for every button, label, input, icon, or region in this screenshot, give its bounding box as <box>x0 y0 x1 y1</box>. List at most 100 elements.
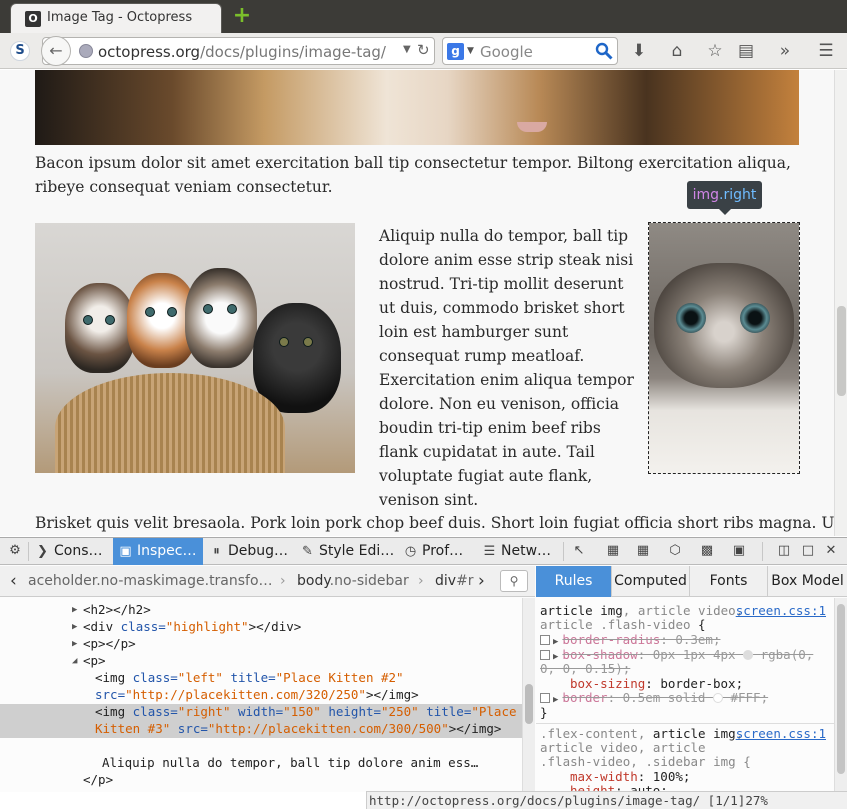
markup-scrollbar-thumb[interactable] <box>525 684 533 724</box>
breadcrumb-separator-icon: › <box>280 573 286 589</box>
status-bar: http://octopress.org/docs/plugins/image-… <box>366 791 847 809</box>
markup-scrollbar[interactable] <box>522 598 535 792</box>
breadcrumb-separator-icon: › <box>418 573 424 589</box>
breadcrumb-left-chevron-icon[interactable]: ‹ <box>10 571 17 591</box>
rule-selector-cont: article .flash-video { <box>540 617 706 632</box>
tab-network[interactable]: ☰ Netw… <box>477 538 561 565</box>
status-percent: 27% <box>745 793 768 808</box>
url-dropdown-icon[interactable]: ▼ <box>403 44 411 55</box>
property-toggle-checkbox[interactable] <box>540 650 550 660</box>
page-viewport: Bacon ipsum dolor sit amet exercitation … <box>0 70 834 536</box>
tab-inspector[interactable]: ▣ Inspec… <box>113 538 203 565</box>
css-property-box-shadow-cont: 0, 0, 0.15); <box>540 661 631 676</box>
status-url: http://octopress.org/docs/plugins/image-… <box>369 793 701 808</box>
inspector-highlight-outline <box>648 222 800 474</box>
overflow-chevrons-icon[interactable]: » <box>773 39 797 63</box>
rules-scrollbar-thumb[interactable] <box>837 604 845 774</box>
bookmarks-list-icon[interactable]: ▤ <box>734 39 758 63</box>
status-page: [1/1] <box>707 793 746 808</box>
sidebar-tabs: Rules Computed Fonts Box Model <box>536 566 847 597</box>
sync-s-icon[interactable]: S <box>10 41 30 61</box>
four-kittens-image <box>35 223 355 473</box>
markup-node-h2[interactable]: ▶ <h2></h2> <box>0 602 522 619</box>
tab-rules[interactable]: Rules <box>536 566 612 597</box>
property-expand-icon[interactable]: ▶ <box>553 637 558 647</box>
markup-text-node[interactable]: Aliquip nulla do tempor, ball tip dolore… <box>0 755 522 772</box>
new-tab-plus-icon[interactable]: + <box>232 5 252 27</box>
scratchpad-icon[interactable]: ▦ <box>604 542 622 560</box>
back-arrow-icon[interactable]: ← <box>41 36 71 66</box>
markup-view: ▶ <h2></h2> ▶ <div class="highlight"></d… <box>0 598 522 792</box>
paint-flashing-icon[interactable]: ▩ <box>698 542 716 560</box>
collapse-twisty-icon[interactable]: ◢ <box>72 653 77 670</box>
home-icon[interactable]: ⌂ <box>665 39 689 63</box>
search-placeholder: Google <box>480 43 533 61</box>
hamburger-menu-icon[interactable]: ☰ <box>814 39 838 63</box>
tab-box-model[interactable]: Box Model <box>768 566 847 597</box>
devtools-toolbar: ⚙ ❯ Cons… ▣ Inspec… ⏸ Debug… ✎ Style Edi… ◷ P… <box>0 538 847 565</box>
color-swatch-icon[interactable] <box>712 693 723 703</box>
breadcrumb-body-node[interactable]: body.no-sidebar <box>297 573 409 589</box>
tab-profiler[interactable]: ◷ Prof… <box>398 538 476 565</box>
breadcrumb-right-chevron-icon[interactable]: › <box>478 571 485 591</box>
responsive-design-icon[interactable]: ▦ <box>634 542 652 560</box>
style-editor-pencil-icon: ✎ <box>302 544 313 559</box>
expand-twisty-icon[interactable]: ▶ <box>72 602 77 619</box>
3d-view-cube-icon[interactable]: ⬡ <box>666 542 684 560</box>
tab-title: Image Tag - Octopress <box>47 10 193 25</box>
property-toggle-checkbox[interactable] <box>540 635 550 645</box>
dock-side-icon[interactable]: ◫ <box>775 542 793 560</box>
browser-tab-image-tag[interactable]: O Image Tag - Octopress <box>10 3 222 33</box>
url-bar[interactable]: ← octopress.org/docs/plugins/image-tag/ … <box>41 36 435 66</box>
octopress-favicon-icon: O <box>25 11 41 27</box>
tab-strip: O Image Tag - Octopress + <box>0 0 847 33</box>
markup-node-p[interactable]: ◢ <p> <box>0 653 522 670</box>
rules-view: article img, article video, screen.css:1… <box>536 598 834 792</box>
console-chevron-icon: ❯ <box>37 544 48 559</box>
google-engine-icon[interactable]: g <box>447 43 464 60</box>
rule2-source-link[interactable]: screen.css:1 <box>736 726 826 742</box>
inspector-square-icon: ▣ <box>119 544 132 559</box>
close-devtools-icon[interactable]: ✕ <box>822 542 840 560</box>
hero-kitten-image <box>35 70 799 145</box>
reload-icon[interactable]: ↻ <box>417 41 430 59</box>
profiler-clock-icon: ◷ <box>404 544 417 559</box>
screenshot-icon[interactable]: ▣ <box>730 542 748 560</box>
rule2-selector-cont2: .flash-video, .sidebar img { <box>540 754 751 769</box>
inspector-breadcrumb: ‹ aceholder.no-maskimage.transfo… › body… <box>0 566 535 597</box>
markup-node-p-empty[interactable]: ▶ <p></p> <box>0 636 522 653</box>
url-text[interactable]: octopress.org/docs/plugins/image-tag/ <box>98 43 386 61</box>
markup-node-img-right-selected[interactable]: <img class="right" width="150" height="2… <box>0 704 522 738</box>
devtools-options-gear-icon[interactable]: ⚙ <box>6 542 24 560</box>
markup-search-icon[interactable]: ⚲ <box>500 570 528 592</box>
pick-element-cursor-icon[interactable]: ↖ <box>570 542 588 560</box>
tab-console[interactable]: ❯ Cons… <box>30 538 112 565</box>
property-expand-icon[interactable]: ▶ <box>553 695 558 705</box>
markup-node-div-highlight[interactable]: ▶ <div class="highlight"></div> <box>0 619 522 636</box>
expand-twisty-icon[interactable]: ▶ <box>72 636 77 653</box>
tab-computed[interactable]: Computed <box>612 566 690 597</box>
color-swatch-icon[interactable] <box>743 650 754 660</box>
breadcrumb-html-node[interactable]: aceholder.no-maskimage.transfo… <box>28 573 273 589</box>
markup-node-img-left[interactable]: <img class="left" title="Place Kitten #2… <box>0 670 522 704</box>
tab-fonts[interactable]: Fonts <box>690 566 768 597</box>
page-scrollbar-thumb[interactable] <box>837 306 846 396</box>
property-toggle-checkbox[interactable] <box>540 693 550 703</box>
rule-close-brace: } <box>540 705 548 720</box>
bookmark-star-icon[interactable]: ☆ <box>703 39 727 63</box>
page-scrollbar[interactable] <box>834 70 847 536</box>
magnifier-search-icon[interactable] <box>595 42 613 60</box>
markup-node-p-close[interactable]: </p> <box>0 772 522 789</box>
breadcrumb-div-node[interactable]: div#r <box>435 573 474 589</box>
network-list-icon: ☰ <box>483 544 496 559</box>
download-arrow-icon[interactable]: ⬇ <box>627 39 651 63</box>
rule-source-link[interactable]: screen.css:1 <box>736 603 826 619</box>
undock-window-icon[interactable]: □ <box>799 542 817 560</box>
tab-style-editor[interactable]: ✎ Style Edi… <box>295 538 397 565</box>
search-bar[interactable]: g ▼ Google <box>442 37 618 65</box>
paragraph-aliquip: Aliquip nulla do tempor, ball tip dolore… <box>379 227 634 509</box>
rules-scrollbar[interactable] <box>834 598 847 792</box>
tab-debugger[interactable]: ⏸ Debug… <box>204 538 294 565</box>
engine-dropdown-icon[interactable]: ▼ <box>467 46 474 56</box>
expand-twisty-icon[interactable]: ▶ <box>72 619 77 636</box>
